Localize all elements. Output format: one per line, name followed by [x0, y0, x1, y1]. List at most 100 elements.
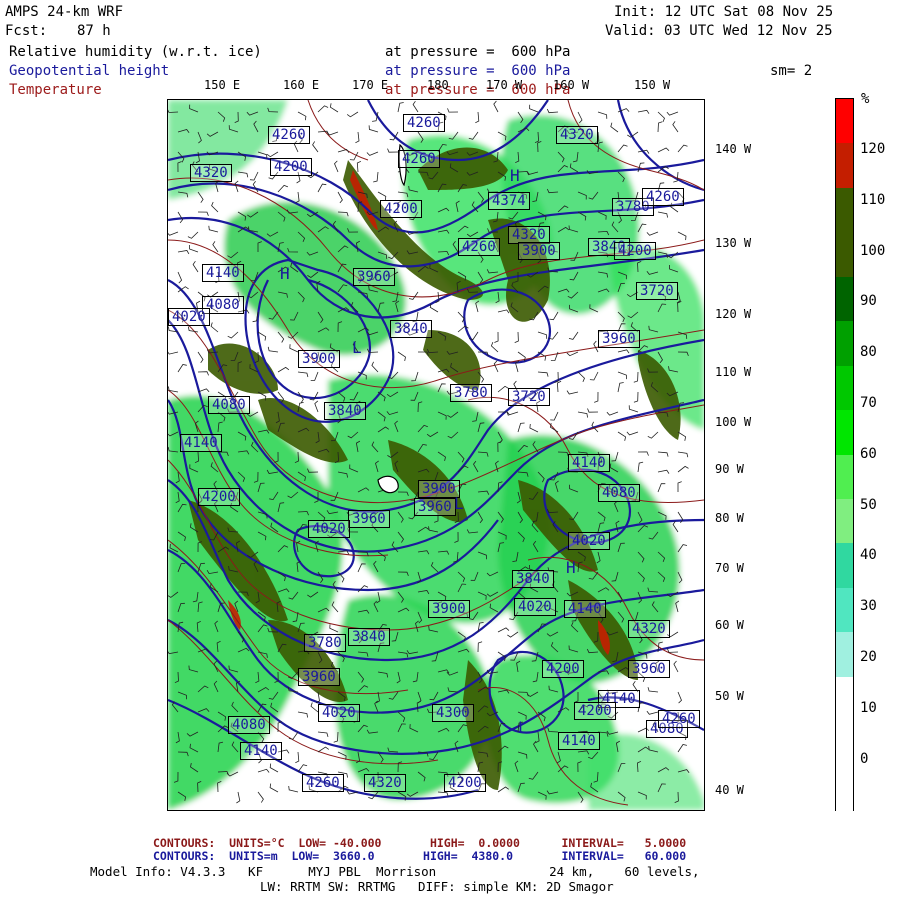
colorbar-label: 0	[860, 750, 869, 767]
height-contour-label: 4200	[380, 200, 422, 218]
init-time: Init: 12 UTC Sat 08 Nov 25	[614, 4, 834, 20]
lon-label: 170 E	[352, 78, 389, 92]
height-contour-label: 4320	[190, 164, 232, 182]
colorbar-segment	[836, 454, 853, 500]
height-contour-label: 4200	[270, 158, 312, 176]
height-contour-label: 4020	[168, 308, 210, 326]
colorbar-segment	[836, 410, 853, 455]
forecast-hour: 87 h	[77, 23, 111, 39]
low-pressure-mark: L	[352, 338, 362, 357]
lon-label: 60 W	[715, 618, 744, 632]
colorbar-segment	[836, 721, 853, 767]
height-contour-label: 3900	[428, 600, 470, 618]
height-contour-label: 4140	[240, 742, 282, 760]
colorbar-label: 110	[860, 191, 886, 208]
lon-label: 160 W	[553, 78, 590, 92]
lon-label: 40 W	[715, 783, 744, 797]
height-contour-label: 4260	[458, 238, 500, 256]
height-contour-label: 3960	[348, 510, 390, 528]
height-contour-label: 4200	[574, 702, 616, 720]
lon-label: 170 W	[486, 78, 523, 92]
height-contour-label: 4260	[642, 188, 684, 206]
height-contour-label: 4200	[542, 660, 584, 678]
colorbar-label: 50	[860, 496, 877, 513]
height-contour-label: 4260	[658, 710, 700, 728]
height-contour-label: 4020	[308, 520, 350, 538]
colorbar-segment	[836, 143, 853, 189]
lon-label: 150 W	[634, 78, 671, 92]
colorbar-segment	[836, 498, 853, 544]
colorbar-segment	[836, 587, 853, 633]
lon-label: 180	[427, 78, 449, 92]
height-contour-label: 4320	[556, 126, 598, 144]
height-contour-label: 4140	[568, 454, 610, 472]
colorbar-segment	[836, 187, 853, 233]
field-rh-name: Relative humidity (w.r.t. ice)	[9, 44, 262, 60]
height-contour-label: 3900	[298, 350, 340, 368]
height-contour-label: 4080	[598, 484, 640, 502]
height-contour-label: 3720	[636, 282, 678, 300]
height-contour-label: 4140	[180, 434, 222, 452]
height-contour-label: 4200	[198, 488, 240, 506]
height-contour-label: 4260	[398, 150, 440, 168]
colorbar-label: 100	[860, 242, 886, 259]
height-contour-label: 4320	[628, 620, 670, 638]
smoothing-label: sm= 2	[770, 63, 813, 79]
height-contour-label: 3720	[508, 388, 550, 406]
lon-label: 140 W	[715, 142, 752, 156]
height-contour-label: 4080	[228, 716, 270, 734]
map-panel: 4260 4200 4320 4260 4374 4320 4260 4200 4140 4080…	[167, 99, 705, 811]
field-rh-level: at pressure = 600 hPa	[385, 44, 571, 60]
field-hgt-level: at pressure = 600 hPa	[385, 63, 571, 79]
height-contour-label: 3960	[628, 660, 670, 678]
colorbar-segment	[836, 632, 853, 678]
model-title: AMPS 24-km WRF	[5, 4, 124, 20]
height-contour-label: 3960	[353, 268, 395, 286]
height-contour-label: 4374	[488, 192, 530, 210]
lon-label: 150 E	[204, 78, 241, 92]
colorbar-label: 30	[860, 598, 877, 615]
field-temp-name: Temperature	[9, 82, 102, 98]
height-contour-label: 3840	[512, 570, 554, 588]
colorbar-label: 80	[860, 344, 877, 361]
height-contour-label: 4020	[318, 704, 360, 722]
low-pressure-mark: L	[518, 718, 528, 737]
colorbar-segment	[836, 543, 853, 589]
colorbar-label: 90	[860, 293, 877, 310]
colorbar-label: 70	[860, 395, 877, 411]
colorbar-segment	[836, 321, 853, 367]
lon-label: 100 W	[715, 415, 752, 429]
humidity-colorbar	[835, 98, 854, 811]
colorbar-label: 120	[860, 141, 886, 157]
height-contour-label: 3840	[324, 402, 366, 420]
height-contour-label: 3960	[298, 668, 340, 686]
height-contour-label: 3960	[598, 330, 640, 348]
height-contour-label: 4200	[614, 242, 656, 260]
lon-label: 110 W	[715, 365, 752, 379]
height-contour-label: 3900	[518, 242, 560, 260]
colorbar-label: 10	[860, 699, 877, 716]
height-contour-label: 4020	[514, 598, 556, 616]
lon-label: 160 E	[283, 78, 320, 92]
field-hgt-name: Geopotential height	[9, 63, 170, 79]
height-contour-label: 4140	[558, 732, 600, 750]
height-contour-label: 4260	[302, 774, 344, 792]
colorbar-label: 60	[860, 445, 877, 462]
height-contour-label: 3840	[390, 320, 432, 338]
field-temp-level: at pressure = 600 hPa	[385, 82, 571, 98]
colorbar-segment	[836, 276, 853, 322]
forecast-label: Fcst:	[5, 23, 48, 39]
height-contour-label: 3960	[414, 498, 456, 516]
height-contour-label: 4140	[202, 264, 244, 282]
colorbar-label: 20	[860, 649, 877, 665]
colorbar-unit: %	[861, 91, 870, 107]
height-contour-label: 3780	[450, 384, 492, 402]
temperature-contour-info: CONTOURS: UNITS=°C LOW= -40.000 HIGH= 0.…	[153, 836, 687, 850]
high-pressure-mark: H	[566, 558, 576, 577]
high-pressure-mark: H	[280, 264, 290, 283]
height-contour-label: 4140	[564, 600, 606, 618]
lon-label: 90 W	[715, 462, 744, 476]
height-contour-label: 4260	[268, 126, 310, 144]
height-contour-label: 4080	[208, 396, 250, 414]
lon-label: 50 W	[715, 689, 744, 703]
